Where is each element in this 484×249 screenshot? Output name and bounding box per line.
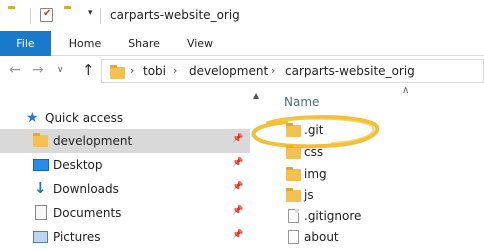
- chevron-up-icon[interactable]: ∧: [402, 85, 409, 96]
- download-icon: ↓: [34, 179, 47, 197]
- file-row-js[interactable]: js: [267, 185, 484, 206]
- tab-home[interactable]: Home: [64, 31, 106, 56]
- breadcrumb-separator[interactable]: ›: [130, 64, 134, 77]
- file-icon: [288, 209, 299, 223]
- file-name: about: [304, 230, 339, 244]
- tab-view[interactable]: View: [182, 31, 218, 56]
- folder-icon: [286, 145, 301, 159]
- recent-locations-button[interactable]: ∨: [57, 65, 64, 75]
- star-icon: ★: [26, 110, 39, 126]
- folder-icon: [286, 167, 301, 181]
- toolbar-divider: [30, 8, 31, 24]
- folder-icon: [33, 133, 48, 147]
- quick-access-label: Quick access: [45, 111, 124, 125]
- documents-icon: [35, 205, 47, 220]
- up-button[interactable]: ↑: [82, 61, 95, 79]
- pin-icon[interactable]: 📌: [232, 182, 243, 192]
- text-file-icon: [288, 230, 299, 244]
- column-header-name[interactable]: Name: [284, 95, 319, 109]
- file-name: .git: [304, 123, 324, 137]
- file-name: js: [304, 188, 314, 202]
- file-name: img: [304, 167, 327, 181]
- ribbon: File Home Share View: [0, 31, 484, 56]
- scrollbar[interactable]: ▲: [250, 86, 267, 248]
- sidebar-item-label: Downloads: [53, 182, 119, 196]
- breadcrumb-separator[interactable]: ›: [271, 64, 275, 77]
- forward-button[interactable]: →: [32, 62, 44, 78]
- file-list: ∧ Name .git css img js .gitignore about: [267, 85, 484, 248]
- folder-icon: [110, 65, 125, 79]
- sidebar-item-label: Pictures: [53, 230, 101, 244]
- scroll-up-icon[interactable]: ▲: [253, 91, 259, 100]
- sidebar-item-documents[interactable]: Documents 📌: [0, 201, 250, 225]
- toolbar-divider: [100, 8, 101, 24]
- file-name: css: [304, 145, 324, 159]
- folder-icon: [286, 188, 301, 202]
- desktop-icon: [33, 159, 49, 171]
- file-name: .gitignore: [304, 209, 362, 223]
- properties-icon[interactable]: [40, 8, 53, 22]
- pictures-icon: [33, 231, 48, 243]
- file-row-about[interactable]: about: [267, 227, 484, 248]
- sidebar-item-label: development: [53, 134, 133, 148]
- sidebar-item-pictures[interactable]: Pictures 📌: [0, 225, 250, 249]
- file-row-gitignore[interactable]: .gitignore: [267, 206, 484, 227]
- sidebar-item-desktop[interactable]: Desktop 📌: [0, 153, 250, 177]
- pin-icon[interactable]: 📌: [232, 158, 243, 168]
- sidebar-item-development[interactable]: development 📌: [0, 129, 250, 153]
- pin-icon[interactable]: 📌: [232, 206, 243, 216]
- file-row-git[interactable]: .git: [267, 120, 484, 141]
- file-row-img[interactable]: img: [267, 164, 484, 185]
- pin-icon[interactable]: 📌: [232, 134, 243, 144]
- folder-icon: [286, 123, 301, 137]
- title-bar: ▾ carparts-website_orig: [0, 0, 484, 31]
- sidebar-item-label: Documents: [53, 206, 122, 220]
- tab-file[interactable]: File: [0, 31, 51, 56]
- tab-share[interactable]: Share: [124, 31, 164, 56]
- quick-access[interactable]: ★ Quick access: [0, 106, 250, 130]
- address-row: ← → ∨ ↑ › tobi › development › carparts-…: [0, 56, 484, 86]
- sidebar-item-downloads[interactable]: ↓ Downloads 📌: [0, 177, 250, 201]
- sidebar-item-label: Desktop: [53, 158, 103, 172]
- navigation-pane: ★ Quick access development 📌 Desktop 📌 ↓…: [0, 86, 250, 248]
- back-button[interactable]: ←: [9, 62, 21, 78]
- breadcrumb-tobi[interactable]: tobi: [143, 64, 166, 78]
- breadcrumb-development[interactable]: development: [189, 64, 268, 78]
- breadcrumb-separator[interactable]: ›: [173, 64, 177, 77]
- address-bar[interactable]: › tobi › development › carparts-website_…: [101, 59, 484, 83]
- breadcrumb-carparts-website-orig[interactable]: carparts-website_orig: [285, 64, 415, 78]
- window-title: carparts-website_orig: [110, 8, 240, 22]
- pin-icon[interactable]: 📌: [232, 230, 243, 240]
- dropdown-icon[interactable]: ▾: [88, 8, 93, 18]
- file-row-css[interactable]: css: [267, 142, 484, 163]
